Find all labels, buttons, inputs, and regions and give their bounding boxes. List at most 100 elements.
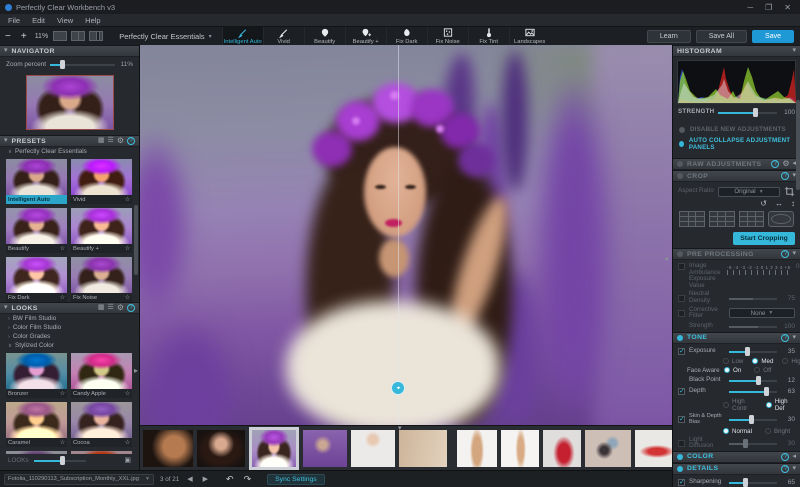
- flip-vertical-icon[interactable]: ↕: [791, 199, 795, 208]
- sync-settings-button[interactable]: Sync Settings: [267, 473, 325, 485]
- filmstrip-thumb[interactable]: [197, 429, 245, 467]
- split-handle[interactable]: ◂▸: [391, 381, 405, 395]
- help-icon[interactable]: ?: [127, 304, 135, 312]
- presets-group[interactable]: ∨ Perfectly Clear Essentials: [0, 147, 139, 156]
- image-ambulance-checkbox[interactable]: [678, 263, 685, 270]
- previous-image-button[interactable]: ◀: [185, 475, 194, 483]
- before-after-split-line[interactable]: [398, 45, 399, 425]
- filmstrip-thumb[interactable]: [351, 429, 395, 467]
- grid-overlay-3-button[interactable]: [738, 211, 765, 227]
- filmstrip-thumb[interactable]: [303, 429, 347, 467]
- corrective-filter-dropdown[interactable]: None ▼: [729, 308, 795, 319]
- preset-thumb-fix-noise[interactable]: Fix Noise ☆: [71, 257, 132, 302]
- filmstrip-collapse-icon[interactable]: ▾: [398, 426, 402, 432]
- light-diffusion-checkbox[interactable]: [678, 439, 685, 447]
- thumbnail-view-icon[interactable]: ▦: [98, 137, 105, 145]
- favorite-star-icon[interactable]: ☆: [125, 295, 130, 301]
- view-split-button[interactable]: [71, 31, 86, 41]
- view-single-button[interactable]: [53, 31, 68, 41]
- light-diffusion-slider[interactable]: [729, 438, 777, 448]
- preset-thumb-vivid[interactable]: Vivid ☆: [71, 159, 132, 204]
- look-thumb-caramel[interactable]: Caramel ☆: [6, 402, 67, 447]
- filmstrip-thumb[interactable]: [635, 429, 672, 467]
- preset-intelligent-auto[interactable]: Intelligent Auto: [221, 27, 263, 45]
- redo-icon[interactable]: ↷: [242, 474, 254, 485]
- favorite-star-icon[interactable]: ☆: [125, 440, 130, 446]
- zoom-in-button[interactable]: +: [16, 31, 32, 42]
- favorite-star-icon[interactable]: ☆: [125, 197, 130, 203]
- preset-thumb-fix-dark[interactable]: Fix Dark ☆: [6, 257, 67, 302]
- skin-depth-bias-checkbox[interactable]: [678, 415, 685, 424]
- auto-collapse-toggle[interactable]: AUTO COLLAPSE ADJUSTMENT PANELS: [673, 135, 800, 153]
- skin-depth-bias-slider[interactable]: [729, 415, 777, 425]
- radio-high[interactable]: [782, 358, 789, 365]
- rightpanel-collapse-arrow[interactable]: ◂: [664, 255, 668, 263]
- depth-checkbox[interactable]: [678, 387, 685, 395]
- histogram-header[interactable]: HISTOGRAM ▾: [673, 45, 800, 57]
- depth-slider[interactable]: [729, 386, 777, 396]
- filmstrip-thumb[interactable]: [501, 429, 539, 467]
- favorite-star-icon[interactable]: ☆: [60, 295, 65, 301]
- filmstrip-thumb[interactable]: [143, 429, 193, 467]
- preset-beautify-plus[interactable]: Beautify +: [344, 27, 386, 45]
- radio-med[interactable]: [752, 358, 759, 365]
- neutral-density-slider[interactable]: [729, 294, 777, 303]
- menu-edit[interactable]: Edit: [32, 16, 45, 25]
- looks-group-stylized[interactable]: ∨ Stylized Color: [0, 341, 139, 350]
- list-view-icon[interactable]: ☰: [108, 304, 114, 312]
- preset-beautify[interactable]: Beautify: [303, 27, 345, 45]
- favorite-star-icon[interactable]: ☆: [125, 391, 130, 397]
- view-sidebyside-button[interactable]: [89, 31, 104, 41]
- radio-on[interactable]: [724, 367, 730, 374]
- next-image-button[interactable]: ▶: [201, 475, 210, 483]
- radio-normal[interactable]: [723, 428, 729, 435]
- filmstrip-thumb-selected[interactable]: [249, 426, 299, 470]
- help-icon[interactable]: ?: [127, 137, 135, 145]
- menu-view[interactable]: View: [57, 16, 73, 25]
- workflow-dropdown[interactable]: Perfectly Clear Essentials ▾: [119, 32, 211, 41]
- preset-fix-dark[interactable]: Fix Dark: [385, 27, 427, 45]
- crop-header[interactable]: CROP ? ▾: [673, 170, 800, 182]
- favorite-star-icon[interactable]: ☆: [125, 246, 130, 252]
- looks-group-colorgrades[interactable]: › Color Grades: [0, 332, 139, 341]
- learn-button[interactable]: Learn: [646, 29, 691, 43]
- gear-icon[interactable]: ⚙: [117, 304, 124, 312]
- start-cropping-button[interactable]: Start Cropping: [733, 232, 795, 245]
- menu-file[interactable]: File: [8, 16, 20, 25]
- exposure-checkbox[interactable]: [678, 347, 685, 355]
- help-icon[interactable]: ?: [781, 333, 790, 342]
- help-icon[interactable]: ?: [771, 160, 780, 168]
- radio-high-def[interactable]: [765, 401, 772, 408]
- filmstrip-thumb[interactable]: [543, 429, 581, 467]
- preset-vivid[interactable]: Vivid: [262, 27, 304, 45]
- preset-landscapes[interactable]: Landscapes: [508, 27, 550, 45]
- filmstrip-thumb[interactable]: [399, 429, 447, 467]
- looks-header[interactable]: ▾ LOOKS ▦ ☰ ⚙ ?: [0, 302, 139, 314]
- color-header[interactable]: COLOR ? ◂: [673, 450, 800, 463]
- sharpening-checkbox[interactable]: [678, 478, 685, 486]
- save-button[interactable]: Save: [752, 29, 794, 43]
- raw-adjustments-header[interactable]: RAW ADJUSTMENTS ? ⚙ ◂: [673, 158, 800, 170]
- filmstrip-thumb[interactable]: [585, 429, 631, 467]
- navigator-header[interactable]: ▾ NAVIGATOR: [0, 45, 139, 57]
- navigator-zoom-slider[interactable]: [50, 59, 115, 69]
- image-canvas[interactable]: ◂▸: [140, 45, 672, 425]
- look-thumb-candy-apple[interactable]: Candy Apple ☆: [71, 353, 132, 398]
- filename-dropdown[interactable]: Fotolia_110290113_Subscription_Monthly_X…: [4, 473, 154, 485]
- exposure-slider[interactable]: [729, 346, 777, 356]
- radio-bright[interactable]: [764, 428, 771, 435]
- look-thumb-partial[interactable]: [6, 451, 67, 454]
- presets-scrollbar[interactable]: [134, 205, 138, 275]
- looks-group-colorfilm[interactable]: › Color Film Studio: [0, 323, 139, 332]
- flip-horizontal-icon[interactable]: ↔: [775, 199, 783, 208]
- preprocessing-header[interactable]: PRE PROCESSING ? ▾: [673, 248, 800, 260]
- neutral-density-checkbox[interactable]: [678, 294, 685, 302]
- menu-help[interactable]: Help: [85, 16, 100, 25]
- black-point-slider[interactable]: [729, 375, 777, 385]
- radio-off[interactable]: [754, 367, 761, 374]
- favorite-star-icon[interactable]: ☆: [60, 246, 65, 252]
- sharpening-slider[interactable]: [729, 477, 777, 487]
- filmstrip-thumb[interactable]: [457, 429, 497, 467]
- preset-thumb-intelligent-auto[interactable]: Intelligent Auto: [6, 159, 67, 204]
- favorite-star-icon[interactable]: ☆: [60, 391, 65, 397]
